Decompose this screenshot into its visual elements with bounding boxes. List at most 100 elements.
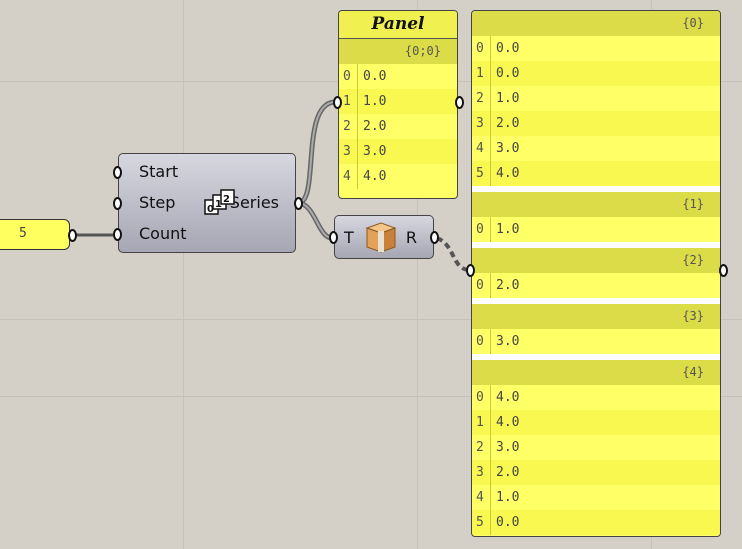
item-index: 0 bbox=[476, 222, 484, 237]
item-value: 2.0 bbox=[496, 278, 520, 293]
svg-text:1: 1 bbox=[215, 199, 222, 210]
item-value: 2.0 bbox=[496, 465, 520, 480]
panel-tree[interactable]: {0} 0 0.0 1 0.0 2 1.0 3 2.0 4 3.0 5 4.0 {1} 0 1.0 {2} 0 2.… bbox=[471, 10, 721, 537]
panel-tree-body: {0} 0 0.0 1 0.0 2 1.0 3 2.0 4 3.0 5 4.0 {1} 0 1.0 {2} 0 2.… bbox=[472, 11, 720, 535]
input-t[interactable]: T bbox=[344, 228, 354, 247]
index-divider bbox=[490, 86, 491, 111]
panel-item-row: 4 4.0 bbox=[339, 164, 457, 189]
wire-series-to-panel[interactable] bbox=[297, 99, 335, 206]
panel-tree-input-grip[interactable] bbox=[466, 264, 475, 277]
item-index: 1 bbox=[476, 66, 484, 81]
wire-tree-to-panel[interactable] bbox=[436, 236, 469, 272]
item-index: 3 bbox=[343, 144, 351, 159]
input-step[interactable]: Step bbox=[139, 193, 175, 212]
item-index: 0 bbox=[476, 334, 484, 349]
index-divider bbox=[490, 329, 491, 354]
index-divider bbox=[357, 64, 358, 89]
item-index: 5 bbox=[476, 515, 484, 530]
branch-path-row: {4} bbox=[472, 360, 720, 385]
item-value: 4.0 bbox=[363, 169, 387, 184]
branch-path-row: {2} bbox=[472, 248, 720, 273]
branch-path-row: {1} bbox=[472, 192, 720, 217]
panel-item-row: 1 4.0 bbox=[472, 410, 720, 435]
branch-path-row: {0;0} bbox=[339, 39, 457, 64]
item-index: 4 bbox=[476, 490, 484, 505]
item-index: 3 bbox=[476, 465, 484, 480]
panel-item-row: 0 0.0 bbox=[472, 36, 720, 61]
item-value: 0.0 bbox=[363, 69, 387, 84]
count-value: 5 bbox=[19, 226, 27, 241]
branch-path: {0} bbox=[682, 16, 704, 30]
tree-input-grip[interactable] bbox=[329, 231, 338, 244]
item-index: 2 bbox=[343, 119, 351, 134]
index-divider bbox=[490, 435, 491, 460]
item-value: 0.0 bbox=[496, 41, 520, 56]
svg-text:2: 2 bbox=[223, 194, 230, 205]
series-component[interactable]: Start Step Count Series 0 1 2 bbox=[118, 153, 296, 253]
panel-item-row: 2 2.0 bbox=[339, 114, 457, 139]
panel-item-row: 1 0.0 bbox=[472, 61, 720, 86]
series-output-grip[interactable] bbox=[294, 197, 303, 210]
index-divider bbox=[490, 485, 491, 510]
index-divider bbox=[490, 36, 491, 61]
panel-item-row: 0 4.0 bbox=[472, 385, 720, 410]
branch-path: {4} bbox=[682, 365, 704, 379]
branch-path: {1} bbox=[682, 197, 704, 211]
tree-component[interactable]: T R bbox=[334, 215, 434, 259]
count-value-panel[interactable]: 5 bbox=[0, 219, 70, 250]
panel-item-row: 4 3.0 bbox=[472, 136, 720, 161]
panel-tree-output-grip[interactable] bbox=[719, 264, 728, 277]
panel-item-row: 2 3.0 bbox=[472, 435, 720, 460]
panel-item-row: 0 2.0 bbox=[472, 273, 720, 298]
index-divider bbox=[490, 273, 491, 298]
item-value: 2.0 bbox=[496, 116, 520, 131]
panel-series[interactable]: Panel {0;0} 0 0.0 1 1.0 2 2.0 3 3.0 4 4.0 bbox=[338, 10, 458, 199]
svg-text:0: 0 bbox=[207, 204, 214, 215]
index-divider bbox=[357, 89, 358, 114]
panel-series-input-grip[interactable] bbox=[333, 96, 342, 109]
item-value: 3.0 bbox=[496, 141, 520, 156]
index-divider bbox=[490, 111, 491, 136]
item-index: 0 bbox=[476, 41, 484, 56]
index-divider bbox=[357, 114, 358, 139]
branch-path: {2} bbox=[682, 253, 704, 267]
index-divider bbox=[357, 139, 358, 164]
step-input-grip[interactable] bbox=[113, 197, 122, 210]
count-value-output-grip[interactable] bbox=[68, 229, 77, 242]
count-input-grip[interactable] bbox=[113, 228, 122, 241]
panel-series-output-grip[interactable] bbox=[455, 96, 464, 109]
index-divider bbox=[490, 136, 491, 161]
item-value: 0.0 bbox=[496, 515, 520, 530]
input-start[interactable]: Start bbox=[139, 162, 178, 181]
item-value: 1.0 bbox=[363, 94, 387, 109]
panel-series-body: {0;0} 0 0.0 1 1.0 2 2.0 3 3.0 4 4.0 bbox=[339, 39, 457, 189]
output-r[interactable]: R bbox=[406, 228, 417, 247]
item-index: 1 bbox=[343, 94, 351, 109]
wire-series-to-tree[interactable] bbox=[297, 200, 333, 241]
panel-item-row: 0 0.0 bbox=[339, 64, 457, 89]
box-icon bbox=[365, 222, 397, 253]
index-divider bbox=[490, 460, 491, 485]
start-input-grip[interactable] bbox=[113, 166, 122, 179]
item-value: 0.0 bbox=[496, 66, 520, 81]
index-divider bbox=[490, 385, 491, 410]
item-value: 2.0 bbox=[363, 119, 387, 134]
item-index: 1 bbox=[476, 415, 484, 430]
item-value: 3.0 bbox=[496, 334, 520, 349]
panel-item-row: 0 3.0 bbox=[472, 329, 720, 354]
item-index: 5 bbox=[476, 166, 484, 181]
panel-title: Panel bbox=[339, 11, 457, 39]
panel-item-row: 3 2.0 bbox=[472, 111, 720, 136]
item-value: 4.0 bbox=[496, 390, 520, 405]
index-divider bbox=[490, 61, 491, 86]
index-divider bbox=[357, 164, 358, 189]
tree-output-grip[interactable] bbox=[430, 231, 439, 244]
panel-item-row: 5 0.0 bbox=[472, 510, 720, 535]
item-value: 4.0 bbox=[496, 166, 520, 181]
item-value: 1.0 bbox=[496, 222, 520, 237]
input-count[interactable]: Count bbox=[139, 224, 187, 243]
item-value: 1.0 bbox=[496, 91, 520, 106]
item-index: 0 bbox=[343, 69, 351, 84]
item-index: 3 bbox=[476, 116, 484, 131]
panel-item-row: 2 1.0 bbox=[472, 86, 720, 111]
